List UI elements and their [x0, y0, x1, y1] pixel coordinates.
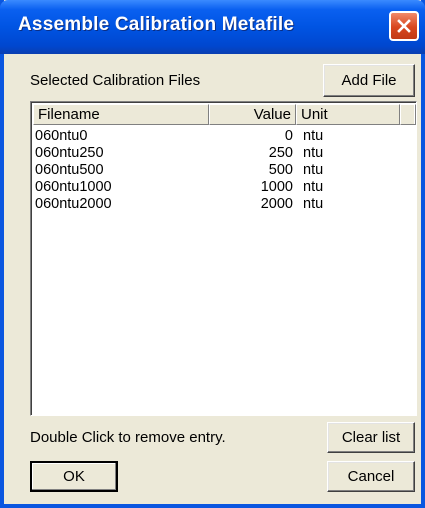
value-cell: 0	[284, 128, 293, 144]
column-header-value[interactable]: Value	[209, 104, 296, 125]
filename-cell: 060ntu2000	[35, 196, 112, 212]
unit-cell: ntu	[303, 145, 324, 161]
list-item[interactable]: 060ntu0 0 ntu	[35, 128, 410, 144]
close-button[interactable]	[389, 11, 419, 41]
list-header: Filename Value Unit	[33, 104, 416, 125]
value-cell: 500	[268, 162, 293, 178]
unit-cell: ntu	[303, 162, 324, 178]
value-cell: 2000	[260, 196, 293, 212]
dialog-window: Assemble Calibration Metafile Selected C…	[0, 0, 425, 508]
list-item[interactable]: 060ntu250 250 ntu	[35, 145, 410, 161]
list-item[interactable]: 060ntu1000 1000 ntu	[35, 179, 410, 195]
close-icon	[397, 19, 411, 33]
window-title: Assemble Calibration Metafile	[18, 14, 295, 35]
ok-button[interactable]: OK	[30, 461, 118, 492]
unit-cell: ntu	[303, 196, 324, 212]
unit-cell: ntu	[303, 128, 324, 144]
unit-cell: ntu	[303, 179, 324, 195]
column-header-filename[interactable]: Filename	[33, 104, 209, 125]
filename-cell: 060ntu500	[35, 162, 104, 178]
value-cell: 1000	[260, 179, 293, 195]
filename-cell: 060ntu250	[35, 145, 104, 161]
list-item[interactable]: 060ntu500 500 ntu	[35, 162, 410, 178]
value-cell: 250	[268, 145, 293, 161]
add-file-button[interactable]: Add File	[323, 64, 415, 97]
cancel-button[interactable]: Cancel	[327, 461, 415, 492]
filename-cell: 060ntu1000	[35, 179, 112, 195]
selected-files-label: Selected Calibration Files	[30, 72, 201, 89]
remove-hint-label: Double Click to remove entry.	[30, 429, 226, 446]
column-header-unit[interactable]: Unit	[296, 104, 400, 125]
list-item[interactable]: 060ntu2000 2000 ntu	[35, 196, 410, 212]
column-header-filler	[400, 104, 416, 125]
filename-cell: 060ntu0	[35, 128, 88, 144]
calibration-files-list[interactable]: Filename Value Unit 060ntu0 0 ntu 060ntu250…	[30, 101, 417, 416]
clear-list-button[interactable]: Clear list	[327, 422, 415, 453]
title-bar[interactable]: Assemble Calibration Metafile	[0, 0, 425, 54]
